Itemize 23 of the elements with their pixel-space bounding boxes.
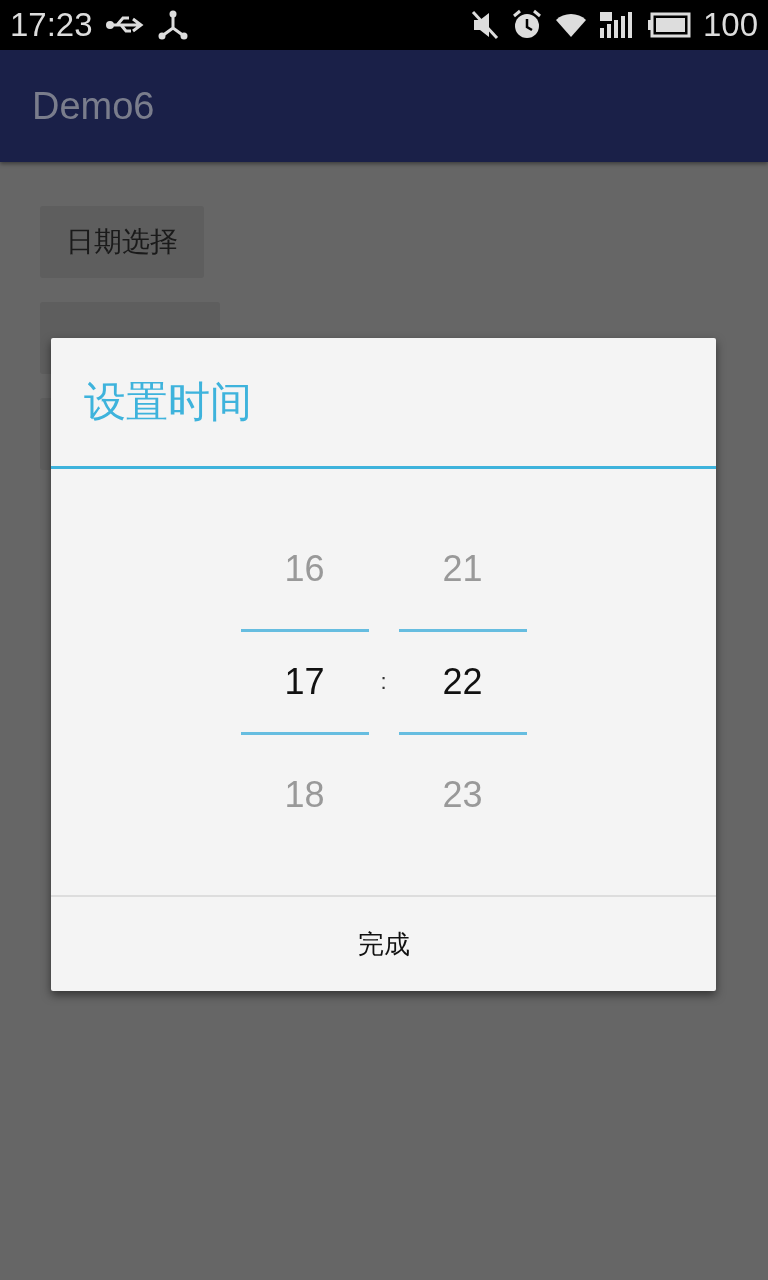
hour-value: 18 [284,774,325,816]
hour-value: 16 [284,548,325,590]
picker-row[interactable]: 23 [398,735,527,855]
alarm-icon [510,9,543,41]
mute-icon [470,10,499,40]
dialog-title: 设置时间 [84,377,252,427]
battery-level: 100 [702,6,758,44]
done-button[interactable]: 完成 [51,895,716,991]
battery-icon [646,12,691,38]
app-title: Demo6 [32,84,155,128]
hour-value: 17 [284,661,325,703]
network-icon [156,10,189,40]
picker-row[interactable]: 21 [398,509,527,629]
minute-value: 21 [442,548,483,590]
minute-value: 23 [442,774,483,816]
picker-row[interactable]: 16 [240,509,369,629]
status-time: 17:23 [10,6,93,44]
wifi-icon [554,11,587,39]
time-separator: : [379,669,388,695]
date-button[interactable]: 日期选择 [40,206,204,278]
signal-icon [598,10,635,40]
minute-value: 22 [442,661,483,703]
picker-row[interactable]: 18 [240,735,369,855]
